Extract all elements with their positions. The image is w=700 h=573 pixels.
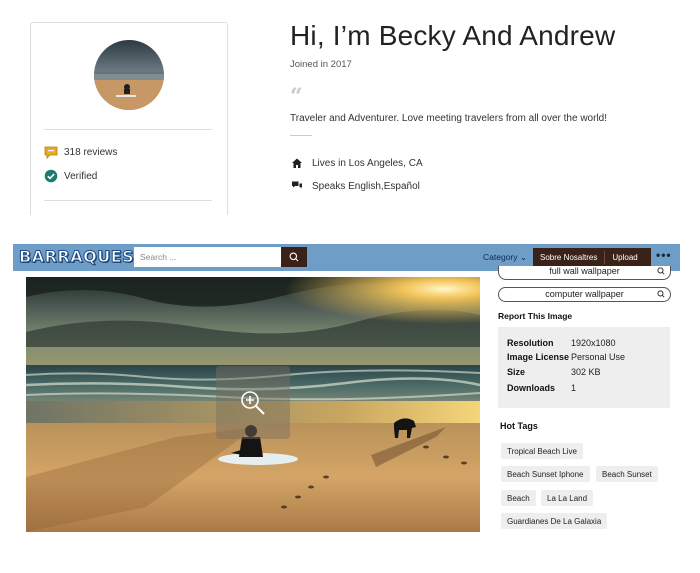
lives-in-text: Lives in Los Angeles, CA [312,157,423,169]
speaks-row: Speaks English,Español [291,180,420,192]
verified-row: Verified [44,169,97,183]
about-divider [290,135,312,136]
image-info-panel: Resolution 1920x1080 Image License Perso… [498,327,670,408]
home-icon [291,157,303,169]
hot-tag[interactable]: Beach Sunset Iphone [501,466,590,482]
hot-tag[interactable]: Tropical Beach Live [501,443,583,459]
verified-label: Verified [64,170,98,182]
reviews-row[interactable]: 318 reviews [44,145,117,159]
profile-greeting: Hi, I’m Becky And Andrew [290,20,616,51]
chat-bubbles-icon [291,180,303,192]
search-icon [657,289,665,302]
related-tag[interactable]: full wall wallpaper [498,266,671,280]
verified-badge-icon [44,169,58,183]
hot-tags-title: Hot Tags [500,421,538,431]
more-menu-icon[interactable]: ••• [656,248,672,262]
report-image-link[interactable]: Report This Image [498,311,572,321]
search-input[interactable] [134,247,281,267]
speech-bubble-icon [44,145,58,159]
reviews-count: 318 reviews [64,146,118,158]
upload-button[interactable]: Upload [605,248,644,267]
zoom-in-icon [241,390,265,415]
sobre-nosaltres-button[interactable]: Sobre Nosaltres [533,248,604,267]
search-icon [289,252,299,262]
nav-button-group: Sobre Nosaltres Upload [533,248,651,267]
related-tag[interactable]: computer wallpaper [498,287,671,302]
category-menu[interactable]: Category ⌄ [483,252,527,263]
avatar[interactable] [94,40,164,110]
profile-card: 318 reviews Verified [30,22,228,215]
site-logo[interactable]: BARRAQUES [18,247,134,267]
info-row-size: Size 302 KB [507,367,601,377]
info-row-downloads: Downloads 1 [507,383,577,393]
about-text: Traveler and Adventurer. Love meeting tr… [290,113,608,124]
info-row-resolution: Resolution 1920x1080 [507,338,616,348]
hot-tag[interactable]: La La Land [541,490,594,506]
hot-tag[interactable]: Beach [501,490,536,506]
avatar-beach-photo [94,40,164,110]
quote-icon: “ [290,84,303,110]
card-divider [44,200,212,201]
hot-tag[interactable]: Beach Sunset [596,466,658,482]
info-row-license: Image License Personal Use [507,352,626,362]
card-divider [44,129,212,130]
search-icon [657,267,665,277]
hot-tag[interactable]: Guardianes De La Galaxia [501,513,608,529]
search-button[interactable] [281,247,307,267]
lives-in-row: Lives in Los Angeles, CA [291,157,423,169]
joined-date: Joined in 2017 [290,59,352,70]
zoom-button[interactable] [216,366,290,439]
speaks-text: Speaks English,Español [312,180,420,192]
